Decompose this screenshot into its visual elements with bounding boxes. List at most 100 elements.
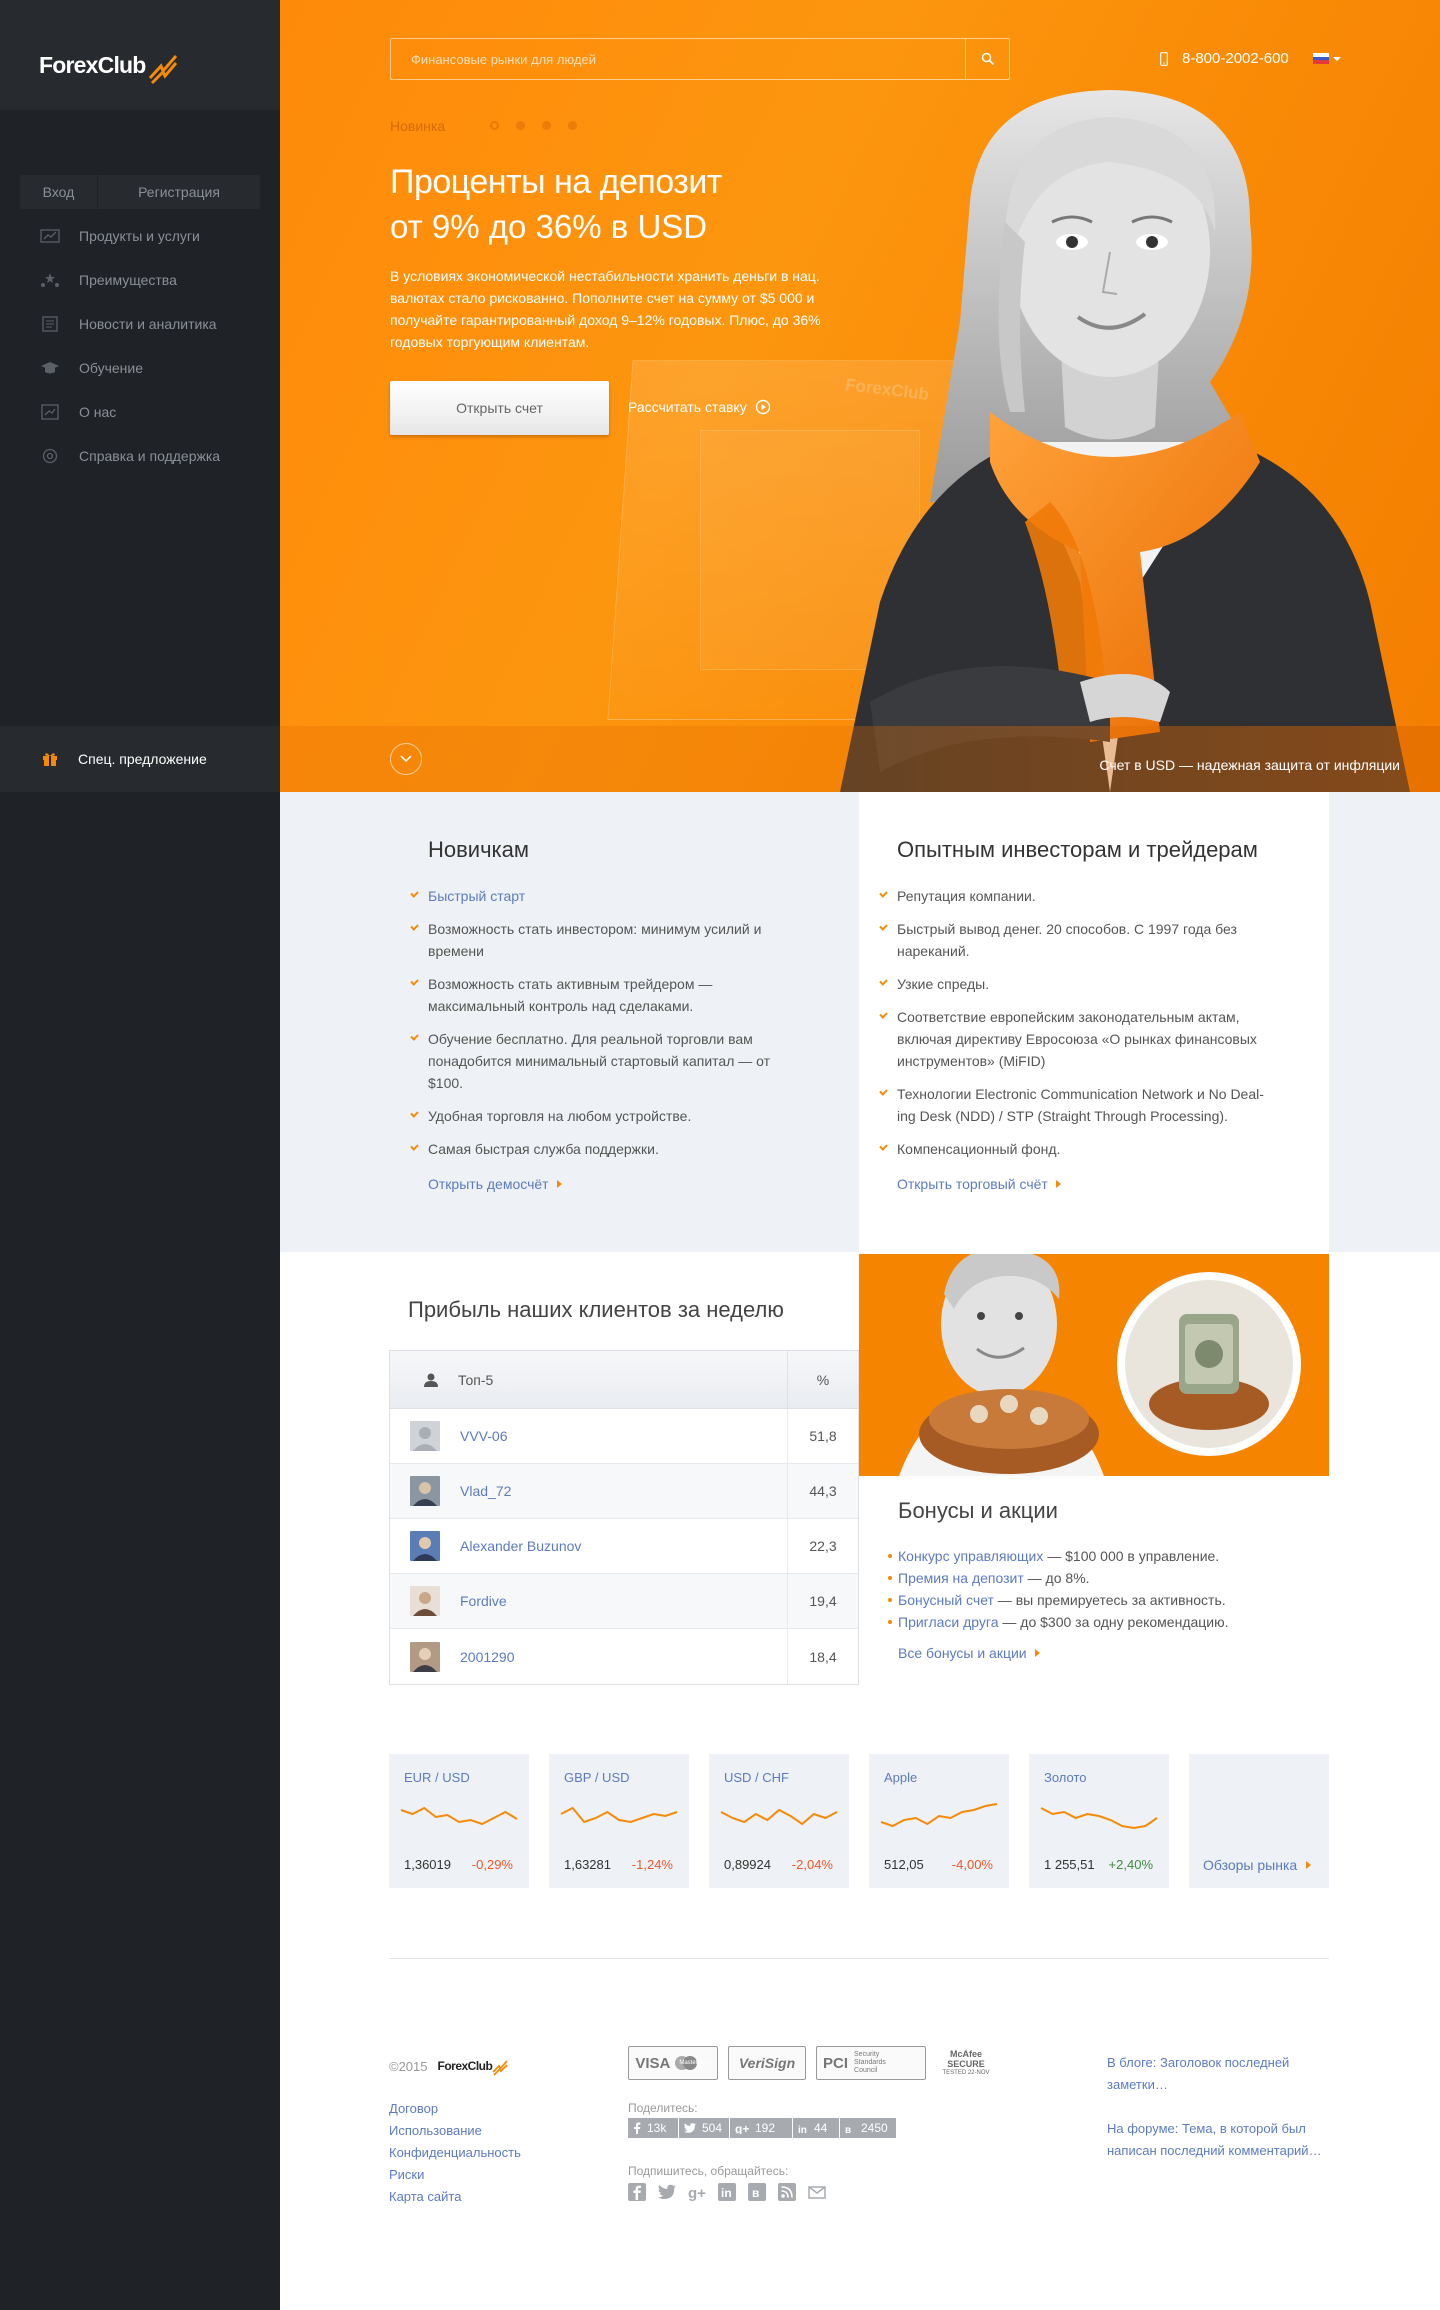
linkedin-icon: in xyxy=(798,2125,807,2134)
table-row: Vlad_72 44,3 xyxy=(390,1463,858,1519)
mail-icon[interactable] xyxy=(808,2183,826,2201)
trader-link[interactable]: 2001290 xyxy=(390,1629,788,1684)
list-item: Бонусный счет — вы премируетесь за актив… xyxy=(888,1589,1318,1611)
profit-table: Топ-5 % VVV-06 51,8 Vlad_72 44,3 Alexand… xyxy=(389,1350,859,1685)
blog-forum-links: В блоге: Заголовок последней заметки… На… xyxy=(1107,2052,1337,2184)
trader-link[interactable]: VVV-06 xyxy=(390,1408,788,1464)
trader-link[interactable]: Vlad_72 xyxy=(390,1463,788,1519)
market-reviews-label: Обзоры рынка xyxy=(1203,1857,1298,1873)
linkedin-icon[interactable]: in xyxy=(718,2183,736,2201)
share-vk-button[interactable]: в 2450 xyxy=(840,2118,896,2138)
vk-icon[interactable]: в xyxy=(748,2183,766,2201)
avatar xyxy=(410,1476,440,1506)
bonus-link[interactable]: Пригласи друга xyxy=(898,1614,999,1630)
share-twitter-button[interactable]: 504 xyxy=(679,2118,729,2138)
open-demo-account-label: Открыть демосчёт xyxy=(428,1176,549,1192)
sidebar: ForexClub Вход Регистрация Продукты и ус… xyxy=(0,0,280,2310)
quote-card[interactable]: Золото 1 255,51 +2,40% xyxy=(1029,1754,1169,1888)
register-button[interactable]: Регистрация xyxy=(98,175,260,209)
sparkline-chart xyxy=(880,1803,998,1828)
quote-card[interactable]: USD / CHF 0,89924 -2,04% xyxy=(709,1754,849,1888)
quote-card[interactable]: Apple 512,05 -4,00% xyxy=(869,1754,1009,1888)
language-dropdown-caret-icon[interactable] xyxy=(1333,57,1341,61)
trader-link[interactable]: Alexander Buzunov xyxy=(390,1518,788,1574)
bonus-link[interactable]: Бонусный счет xyxy=(898,1592,994,1608)
rss-icon[interactable] xyxy=(778,2183,796,2201)
logo[interactable]: ForexClub xyxy=(39,42,178,88)
blog-latest-post-link[interactable]: В блоге: Заголовок последней заметки… xyxy=(1107,2052,1337,2096)
quote-price: 1,36019 xyxy=(404,1857,451,1872)
profit-title: Прибыль наших клиентов за неделю xyxy=(408,1297,784,1322)
bonus-woman-photo xyxy=(899,1254,1301,1476)
slider-dot-3[interactable] xyxy=(542,121,551,130)
column-header-percent[interactable]: % xyxy=(788,1372,858,1388)
hero-woman-photo xyxy=(840,90,1410,792)
quote-change: -4,00% xyxy=(951,1857,993,1872)
table-row: VVV-06 51,8 xyxy=(390,1408,858,1464)
share-facebook-button[interactable]: 13k xyxy=(628,2118,678,2138)
quote-card[interactable]: GBP / USD 1,63281 -1,24% xyxy=(549,1754,689,1888)
sidebar-item-label: О нас xyxy=(79,404,117,420)
slider-dot-1[interactable] xyxy=(490,121,499,130)
sidebar-item-products[interactable]: Продукты и услуги xyxy=(0,214,280,258)
hero-description: В условиях экономической нестабильности … xyxy=(390,268,821,350)
bonus-link[interactable]: Конкурс управляющих xyxy=(898,1548,1043,1564)
sidebar-item-advantages[interactable]: Преимущества xyxy=(0,258,280,302)
phone-contact[interactable]: 8-800-2002-600 xyxy=(1160,50,1289,67)
footer-logo[interactable]: ForexClub xyxy=(438,2056,509,2076)
share-google-plus-button[interactable]: g+ 192 xyxy=(730,2118,792,2138)
list-item: Премия на депозит — до 8%. xyxy=(888,1567,1318,1589)
scroll-down-button[interactable] xyxy=(390,743,422,775)
language-flag-ru-icon[interactable] xyxy=(1313,53,1329,65)
footer-link-risks[interactable]: Риски xyxy=(389,2164,521,2186)
google-plus-icon[interactable]: g+ xyxy=(688,2183,706,2201)
sidebar-item-news[interactable]: Новости и аналитика xyxy=(0,302,280,346)
list-item: Возможность стать инвестором: минимум ус… xyxy=(428,918,808,962)
twitter-icon[interactable] xyxy=(658,2183,676,2201)
sidebar-item-help[interactable]: Справка и поддержка xyxy=(0,434,280,478)
search-input[interactable] xyxy=(391,39,965,79)
trader-link[interactable]: Fordive xyxy=(390,1573,788,1629)
login-button[interactable]: Вход xyxy=(20,175,98,209)
quote-symbol: Золото xyxy=(1044,1770,1087,1785)
list-item[interactable]: Быстрый старт xyxy=(428,885,808,907)
special-offer-link[interactable]: Спец. предложение xyxy=(0,726,280,792)
open-account-button[interactable]: Открыть счет xyxy=(390,381,609,435)
slider-dot-2[interactable] xyxy=(516,121,525,130)
market-reviews-card[interactable]: Обзоры рынка xyxy=(1189,1754,1329,1888)
trader-percent: 18,4 xyxy=(809,1648,837,1665)
footer-link-privacy[interactable]: Конфиденциальность xyxy=(389,2142,521,2164)
avatar xyxy=(410,1586,440,1616)
all-bonuses-link[interactable]: Все бонусы и акции xyxy=(898,1645,1040,1661)
avatar xyxy=(410,1421,440,1451)
share-linkedin-button[interactable]: in 44 xyxy=(793,2118,839,2138)
quote-price: 1 255,51 xyxy=(1044,1857,1095,1872)
facebook-icon[interactable] xyxy=(628,2183,646,2201)
calculate-rate-link[interactable]: Рассчитать ставку xyxy=(628,399,771,415)
svg-text:in: in xyxy=(798,2125,807,2134)
open-demo-account-link[interactable]: Открыть демосчёт xyxy=(428,1176,562,1192)
footer-link-usage[interactable]: Использование xyxy=(389,2120,521,2142)
all-bonuses-label: Все бонусы и акции xyxy=(898,1645,1027,1661)
bonus-link[interactable]: Премия на депозит xyxy=(898,1570,1024,1586)
hero-title: Проценты на депозит xyxy=(390,163,722,201)
forum-latest-comment-link[interactable]: На форуме: Тема, в которой был написан п… xyxy=(1107,2118,1337,2162)
slider-dot-4[interactable] xyxy=(568,121,577,130)
list-item: Соответствие европейским законодательным… xyxy=(897,1006,1277,1072)
trader-name: Vlad_72 xyxy=(460,1483,512,1499)
open-trading-account-link[interactable]: Открыть торговый счёт xyxy=(897,1176,1061,1192)
search-button[interactable] xyxy=(965,39,1009,79)
sidebar-item-education[interactable]: Обучение xyxy=(0,346,280,390)
market-reviews-link[interactable]: Обзоры рынка xyxy=(1203,1857,1312,1873)
sparkline-line xyxy=(400,1806,518,1826)
sidebar-item-about[interactable]: О нас xyxy=(0,390,280,434)
footer-link-sitemap[interactable]: Карта сайта xyxy=(389,2186,521,2208)
footer-link-contract[interactable]: Договор xyxy=(389,2098,521,2120)
open-trading-account-label: Открыть торговый счёт xyxy=(897,1176,1048,1192)
visa-mastercard-badge: VISA MasterCard xyxy=(628,2046,718,2080)
share-count: 504 xyxy=(702,2121,723,2135)
quote-card[interactable]: EUR / USD 1,36019 -0,29% xyxy=(389,1754,529,1888)
table-header-name[interactable]: Топ-5 xyxy=(390,1350,788,1409)
table-row: Alexander Buzunov 22,3 xyxy=(390,1518,858,1574)
list-item: Конкурс управляющих — $100 000 в управле… xyxy=(888,1545,1318,1567)
